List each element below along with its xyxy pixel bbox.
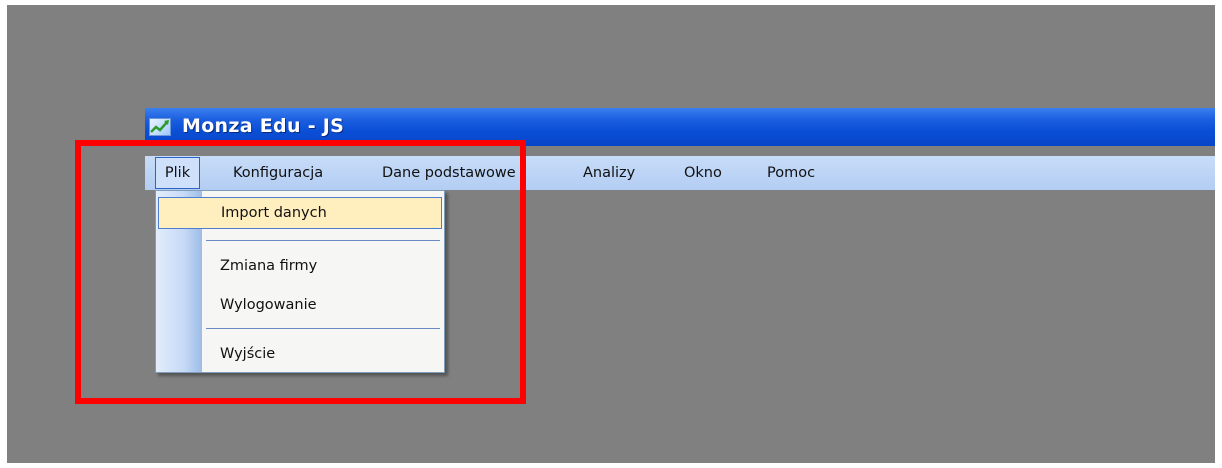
menu-plik[interactable]: Plik: [155, 157, 200, 189]
menu-item-zmiana-firmy[interactable]: Zmiana firmy: [158, 250, 442, 282]
menu-dane-podstawowe[interactable]: Dane podstawowe: [382, 157, 516, 189]
plik-dropdown-menu: Import danych Zmiana firmy Wylogowanie W…: [155, 190, 445, 373]
menu-analizy[interactable]: Analizy: [583, 157, 635, 189]
app-chart-icon: [149, 118, 171, 136]
menu-konfiguracja[interactable]: Konfiguracja: [233, 157, 323, 189]
menu-item-import-danych[interactable]: Import danych: [158, 197, 442, 229]
window-title: Monza Edu - JS: [182, 115, 345, 137]
menu-pomoc[interactable]: Pomoc: [767, 157, 815, 189]
menu-okno[interactable]: Okno: [684, 157, 722, 189]
menu-separator: [206, 328, 440, 329]
menu-item-wyjscie[interactable]: Wyjście: [158, 338, 442, 370]
menu-item-wylogowanie[interactable]: Wylogowanie: [158, 289, 442, 321]
menu-separator: [206, 240, 440, 241]
